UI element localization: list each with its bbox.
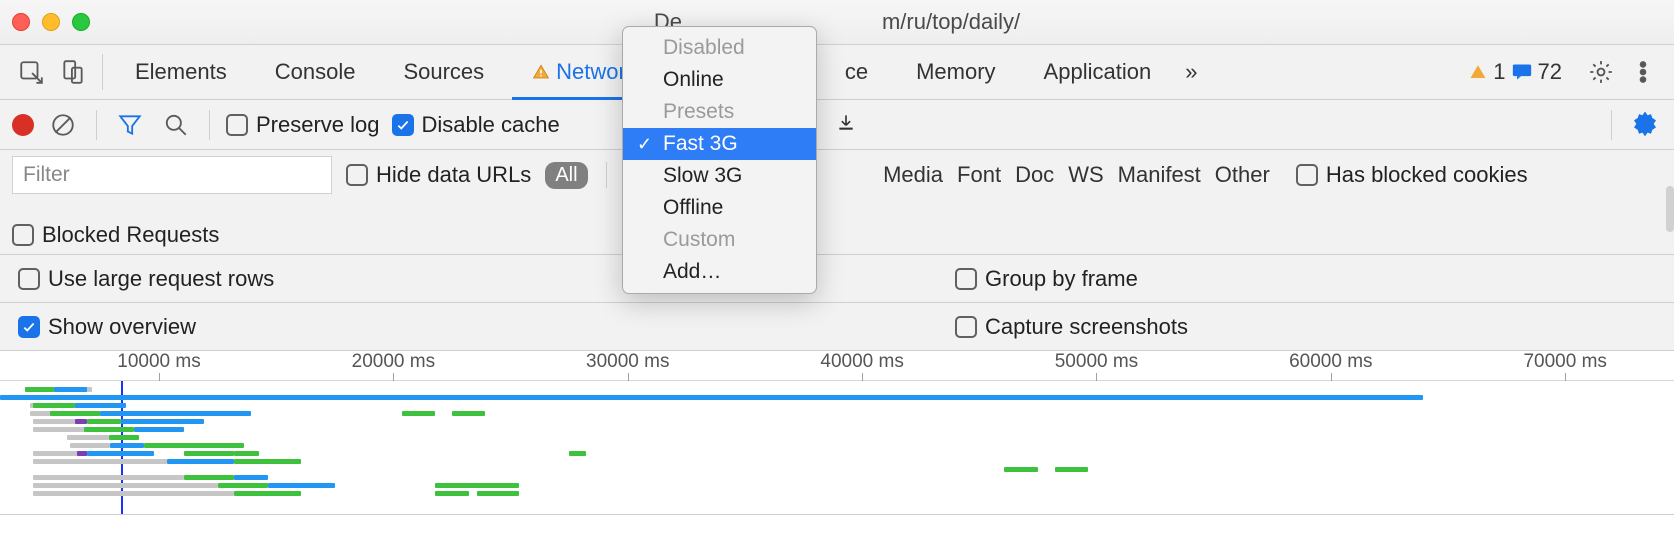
separator <box>606 162 607 188</box>
throttling-option-fast-3g[interactable]: Fast 3G <box>623 128 816 160</box>
options-row-1: Use large request rows Group by frame <box>0 255 1674 303</box>
network-toolbar: Preserve log Disable cache <box>0 100 1674 150</box>
preserve-log-checkbox[interactable]: Preserve log <box>226 112 380 138</box>
warning-icon <box>532 63 550 81</box>
inspect-icon[interactable] <box>14 55 48 89</box>
separator <box>102 54 103 90</box>
throttling-option-online[interactable]: Online <box>623 64 816 96</box>
overview-timeline[interactable]: 10000 ms 20000 ms 30000 ms 40000 ms 50000 ms… <box>0 351 1674 515</box>
blocked-requests-checkbox[interactable]: Blocked Requests <box>12 222 219 248</box>
tab-console[interactable]: Console <box>255 45 376 99</box>
filter-type-other[interactable]: Other <box>1215 162 1270 188</box>
devtools-tabs-bar: Elements Console Sources Network ce Memo… <box>0 45 1674 100</box>
throttling-option-presets: Presets <box>623 96 816 128</box>
timeline-tick: 20000 ms <box>352 351 435 373</box>
throttling-option-offline[interactable]: Offline <box>623 192 816 224</box>
separator <box>96 110 97 140</box>
throttling-option-disabled: Disabled <box>623 32 816 64</box>
hide-data-urls-label: Hide data URLs <box>376 162 531 188</box>
filter-input[interactable] <box>12 156 332 194</box>
options-row-2: Show overview Capture screenshots <box>0 303 1674 351</box>
hide-data-urls-checkbox[interactable]: Hide data URLs <box>346 162 531 188</box>
window-titlebar: Dem/ru/top/daily/ <box>0 0 1674 45</box>
filter-type-ws[interactable]: WS <box>1068 162 1103 188</box>
preserve-log-label: Preserve log <box>256 112 380 138</box>
tab-sources[interactable]: Sources <box>383 45 504 99</box>
throttling-option-add-[interactable]: Add… <box>623 256 816 288</box>
filter-type-all[interactable]: All <box>545 162 587 189</box>
settings-icon[interactable] <box>1584 55 1618 89</box>
network-settings-icon[interactable] <box>1628 108 1662 142</box>
issues-summary[interactable]: 1 72 <box>1469 59 1562 85</box>
has-blocked-cookies-label: Has blocked cookies <box>1326 162 1528 188</box>
timeline-tick: 40000 ms <box>820 351 903 373</box>
blocked-requests-label: Blocked Requests <box>42 222 219 248</box>
filter-type-manifest[interactable]: Manifest <box>1118 162 1201 188</box>
minimize-window-button[interactable] <box>42 13 60 31</box>
timeline-ruler: 10000 ms 20000 ms 30000 ms 40000 ms 50000 ms… <box>0 351 1674 381</box>
use-large-rows-label: Use large request rows <box>48 266 274 292</box>
show-overview-label: Show overview <box>48 314 196 340</box>
filter-type-font[interactable]: Font <box>957 162 1001 188</box>
capture-screenshots-checkbox[interactable]: Capture screenshots <box>955 314 1188 340</box>
disable-cache-label: Disable cache <box>422 112 560 138</box>
filter-type-doc[interactable]: Doc <box>1015 162 1054 188</box>
timeline-tick: 70000 ms <box>1523 351 1606 373</box>
timeline-tick: 60000 ms <box>1289 351 1372 373</box>
throttling-option-slow-3g[interactable]: Slow 3G <box>623 160 816 192</box>
timeline-waterfall <box>0 381 1674 514</box>
network-filter-row: Hide data URLs All XH Media Font Doc WS … <box>0 150 1674 255</box>
tabs-overflow-button[interactable]: » <box>1179 45 1203 99</box>
group-by-frame-label: Group by frame <box>985 266 1138 292</box>
disable-cache-checkbox[interactable]: Disable cache <box>392 112 560 138</box>
timeline-tick: 10000 ms <box>117 351 200 373</box>
filter-icon[interactable] <box>113 108 147 142</box>
warning-icon <box>1469 63 1487 81</box>
has-blocked-cookies-checkbox[interactable]: Has blocked cookies <box>1296 162 1528 188</box>
separator <box>209 110 210 140</box>
traffic-lights <box>12 13 90 31</box>
search-icon[interactable] <box>159 108 193 142</box>
clear-button[interactable] <box>46 108 80 142</box>
use-large-rows-checkbox[interactable]: Use large request rows <box>18 266 274 292</box>
capture-screenshots-label: Capture screenshots <box>985 314 1188 340</box>
close-window-button[interactable] <box>12 13 30 31</box>
zoom-window-button[interactable] <box>72 13 90 31</box>
throttling-dropdown-menu[interactable]: DisabledOnlinePresetsFast 3GSlow 3GOffli… <box>622 26 817 294</box>
more-icon[interactable] <box>1626 55 1660 89</box>
download-har-button[interactable] <box>836 112 856 137</box>
tab-application[interactable]: Application <box>1024 45 1172 99</box>
warning-count: 1 <box>1493 59 1505 85</box>
message-icon <box>1512 63 1532 81</box>
throttling-option-custom: Custom <box>623 224 816 256</box>
tab-elements[interactable]: Elements <box>115 45 247 99</box>
filter-type-media[interactable]: Media <box>883 162 943 188</box>
tab-memory[interactable]: Memory <box>896 45 1015 99</box>
separator <box>1611 110 1612 140</box>
group-by-frame-checkbox[interactable]: Group by frame <box>955 266 1138 292</box>
show-overview-checkbox[interactable]: Show overview <box>18 314 196 340</box>
timeline-tick: 50000 ms <box>1055 351 1138 373</box>
device-toggle-icon[interactable] <box>56 55 90 89</box>
message-count: 72 <box>1538 59 1562 85</box>
scrollbar-thumb[interactable] <box>1666 186 1674 232</box>
record-button[interactable] <box>12 114 34 136</box>
timeline-tick: 30000 ms <box>586 351 669 373</box>
